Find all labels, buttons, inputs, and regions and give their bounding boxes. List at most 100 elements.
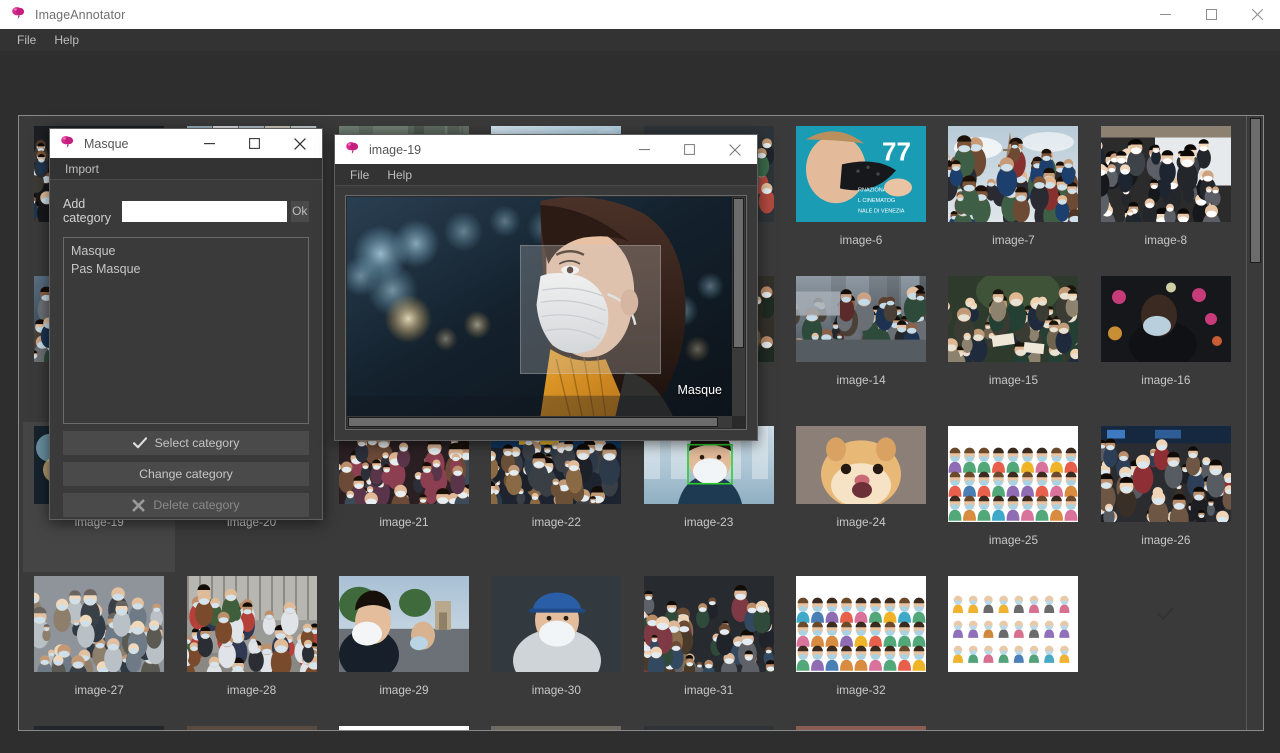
gallery-cell[interactable]: image-8 bbox=[1090, 122, 1242, 272]
image-viewer-hscroll-thumb[interactable] bbox=[348, 417, 718, 427]
minimize-button[interactable] bbox=[1142, 0, 1188, 29]
gallery-cell[interactable]: image-21 bbox=[328, 422, 480, 572]
svg-text:L CINEMATOG: L CINEMATOG bbox=[858, 198, 895, 204]
masque-menubar: Import bbox=[50, 158, 322, 180]
gallery-cell[interactable]: image-28 bbox=[175, 572, 327, 722]
gallery-cell[interactable]: image-22 bbox=[480, 422, 632, 572]
image-viewer-vertical-scrollbar[interactable] bbox=[732, 197, 745, 416]
gallery-cell[interactable]: image-26 bbox=[1090, 422, 1242, 572]
gallery-cell[interactable]: image-7 bbox=[937, 122, 1089, 272]
gallery-cell[interactable]: image-23 bbox=[633, 422, 785, 572]
maximize-icon bbox=[249, 138, 260, 149]
thumbnail-image[interactable] bbox=[34, 576, 165, 672]
category-list-item[interactable]: Pas Masque bbox=[69, 260, 303, 278]
change-category-button[interactable]: Change category bbox=[63, 462, 309, 486]
annotation-bounding-box[interactable] bbox=[520, 245, 661, 375]
thumbnail-image[interactable] bbox=[338, 576, 469, 672]
image-viewer-title: image-19 bbox=[369, 142, 422, 157]
image-viewer-maximize-button[interactable] bbox=[667, 135, 712, 164]
gallery-cell[interactable]: image-25 bbox=[937, 422, 1089, 572]
thumbnail-image[interactable] bbox=[338, 726, 469, 730]
gallery-cell[interactable] bbox=[633, 722, 785, 730]
image-viewer-titlebar: image-19 bbox=[335, 135, 757, 164]
brain-icon bbox=[345, 140, 360, 160]
thumbnail-image[interactable] bbox=[796, 276, 927, 362]
image-canvas[interactable]: Masque bbox=[347, 197, 732, 416]
image-viewer-menubar: File Help bbox=[335, 164, 757, 186]
thumbnail-image[interactable] bbox=[796, 426, 927, 504]
image-viewer-horizontal-scrollbar[interactable] bbox=[347, 416, 732, 428]
gallery-cell[interactable] bbox=[1090, 572, 1242, 722]
gallery-cell[interactable] bbox=[480, 722, 632, 730]
main-menubar: File Help bbox=[0, 29, 1280, 51]
thumbnail-image[interactable] bbox=[1100, 276, 1231, 362]
gallery-cell[interactable] bbox=[937, 572, 1089, 722]
thumbnail-image[interactable] bbox=[491, 576, 622, 672]
delete-category-button[interactable]: Delete category bbox=[63, 493, 309, 517]
thumbnail-image[interactable] bbox=[643, 576, 774, 672]
menu-file[interactable]: File bbox=[341, 166, 378, 184]
thumbnail-image[interactable] bbox=[34, 726, 165, 730]
gallery-cell[interactable] bbox=[23, 722, 175, 730]
thumbnail-image[interactable]: 77 RNAZIONALE L CINEMATOG NALE DI VENEZIA bbox=[796, 126, 927, 222]
menu-help[interactable]: Help bbox=[378, 166, 421, 184]
gallery-cell[interactable]: image-16 bbox=[1090, 272, 1242, 422]
menu-help[interactable]: Help bbox=[45, 31, 88, 49]
thumbnail-caption: image-7 bbox=[992, 233, 1035, 247]
select-category-label: Select category bbox=[154, 436, 240, 450]
gallery-cell[interactable] bbox=[328, 722, 480, 730]
gallery-cell[interactable]: MY BODY bbox=[785, 722, 937, 730]
masque-dialog-body: Add category Ok Masque Pas Masque Select … bbox=[50, 197, 322, 517]
ok-button[interactable]: Ok bbox=[290, 200, 309, 222]
gallery-cell[interactable]: image-30 bbox=[480, 572, 632, 722]
gallery-cell[interactable]: image-15 bbox=[937, 272, 1089, 422]
gallery-cell[interactable]: image-32 bbox=[785, 572, 937, 722]
thumbnail-caption: image-21 bbox=[379, 515, 429, 529]
menu-file[interactable]: File bbox=[8, 31, 45, 49]
category-list[interactable]: Masque Pas Masque bbox=[63, 237, 309, 424]
thumbnail-image[interactable] bbox=[643, 726, 774, 730]
masque-minimize-button[interactable] bbox=[187, 129, 232, 158]
maximize-button[interactable] bbox=[1188, 0, 1234, 29]
image-viewer-minimize-button[interactable] bbox=[622, 135, 667, 164]
masque-dialog-window: Masque Import Add category Ok Masque Pas … bbox=[49, 128, 323, 520]
thumbnail-caption: image-8 bbox=[1144, 233, 1188, 247]
thumbnail-image[interactable] bbox=[948, 426, 1079, 522]
category-list-item[interactable]: Masque bbox=[69, 242, 303, 260]
masque-maximize-button[interactable] bbox=[232, 129, 277, 158]
thumbnail-image[interactable] bbox=[1100, 126, 1231, 222]
thumbnail-image[interactable] bbox=[186, 576, 317, 672]
thumbnail-image[interactable] bbox=[796, 576, 927, 672]
add-category-input[interactable] bbox=[121, 200, 287, 222]
image-viewer-window: image-19 File Help Masque bbox=[334, 134, 758, 441]
gallery-cell[interactable]: 77 RNAZIONALE L CINEMATOG NALE DI VENEZIA im… bbox=[785, 122, 937, 272]
gallery-vertical-scrollbar[interactable] bbox=[1246, 116, 1263, 730]
thumbnail-image[interactable] bbox=[491, 726, 622, 730]
thumbnail-caption: image-30 bbox=[531, 683, 581, 697]
gallery-cell[interactable]: image-29 bbox=[328, 572, 480, 722]
thumbnail-caption: image-26 bbox=[1141, 533, 1191, 547]
gallery-cell[interactable]: image-31 bbox=[633, 572, 785, 722]
svg-text:NALE DI VENEZIA: NALE DI VENEZIA bbox=[858, 208, 905, 214]
thumbnail-caption: image-14 bbox=[836, 373, 886, 387]
gallery-cell[interactable]: image-27 bbox=[23, 572, 175, 722]
select-category-button[interactable]: Select category bbox=[63, 431, 309, 455]
image-viewer-vscroll-thumb[interactable] bbox=[733, 198, 744, 348]
image-viewer-close-button[interactable] bbox=[712, 135, 757, 164]
thumbnail-caption: image-32 bbox=[836, 683, 886, 697]
thumbnail-image[interactable] bbox=[948, 276, 1079, 362]
menu-import[interactable]: Import bbox=[56, 160, 108, 178]
masque-close-button[interactable] bbox=[277, 129, 322, 158]
minimize-icon bbox=[1159, 14, 1171, 15]
thumbnail-image[interactable] bbox=[948, 576, 1079, 672]
gallery-cell[interactable]: image-24 bbox=[785, 422, 937, 572]
thumbnail-image[interactable] bbox=[948, 126, 1079, 222]
image-viewer-frame: Masque bbox=[345, 195, 747, 430]
close-button[interactable] bbox=[1234, 0, 1280, 29]
gallery-cell[interactable]: image-14 bbox=[785, 272, 937, 422]
gallery-cell[interactable] bbox=[175, 722, 327, 730]
gallery-scrollbar-thumb[interactable] bbox=[1250, 118, 1261, 263]
thumbnail-image[interactable]: MY BODY bbox=[796, 726, 927, 730]
thumbnail-image[interactable] bbox=[186, 726, 317, 730]
thumbnail-image[interactable] bbox=[1100, 426, 1231, 522]
